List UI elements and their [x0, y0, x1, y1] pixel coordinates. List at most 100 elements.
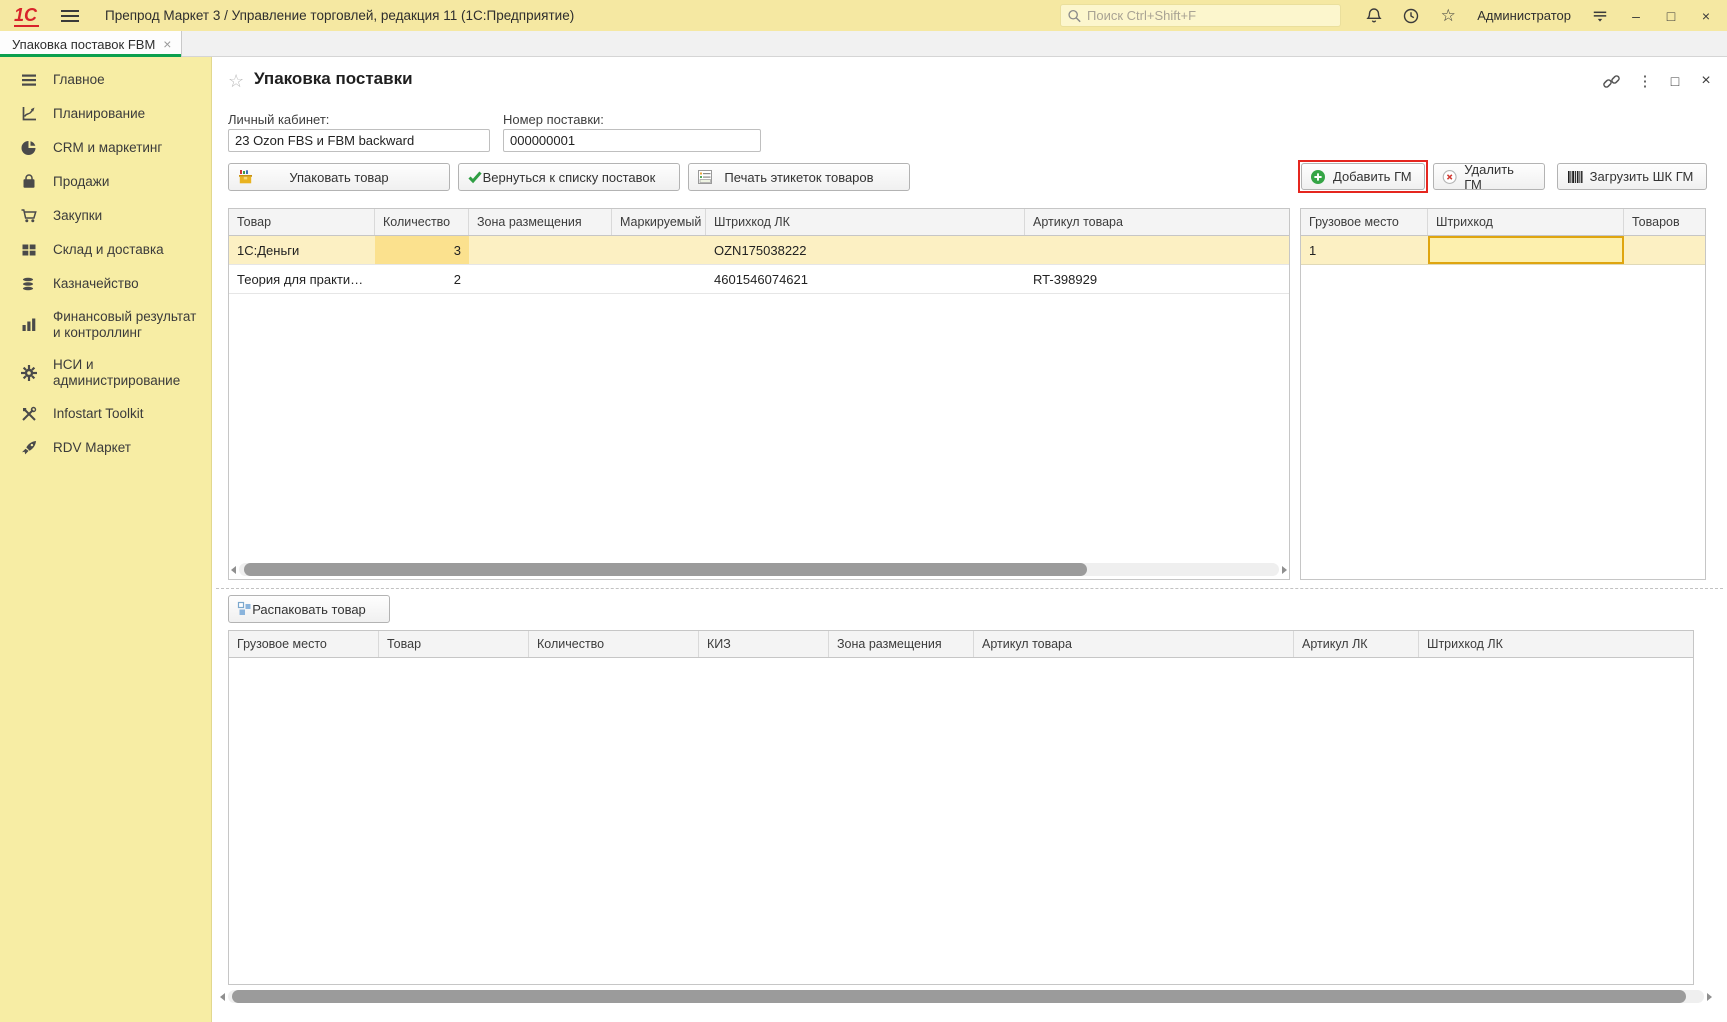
column-header[interactable]: Товаров	[1624, 209, 1705, 235]
cell-barcode-lk[interactable]: 4601546074621	[706, 265, 1025, 293]
sidebar-item-planirovanie[interactable]: Планирование	[0, 97, 211, 131]
favorites-star-icon[interactable]: ☆	[1438, 6, 1458, 26]
cell-cargo-place[interactable]: 1	[1301, 236, 1428, 264]
cell-barcode-edit[interactable]	[1428, 236, 1624, 264]
cargo-row-selected[interactable]: 1	[1301, 236, 1705, 265]
tabbar: Упаковка поставок FBM ×	[0, 31, 1727, 57]
button-label: Распаковать товар	[252, 601, 366, 617]
column-header[interactable]: Грузовое место	[1301, 209, 1428, 235]
1c-logo: 1С	[14, 4, 40, 27]
main-menu-icon[interactable]	[61, 9, 80, 22]
column-header[interactable]: Грузовое место	[229, 631, 379, 657]
maximize-icon[interactable]: □	[1662, 8, 1680, 24]
print-labels-button[interactable]: Печать этикеток товаров	[688, 163, 910, 191]
column-header[interactable]: Товар	[229, 209, 375, 235]
button-label: Упаковать товар	[289, 169, 389, 185]
sidebar-item-kaznacheystvo[interactable]: Казначейство	[0, 267, 211, 301]
cell-marked[interactable]	[612, 236, 706, 264]
history-icon[interactable]	[1401, 6, 1421, 26]
page-title: Упаковка поставки	[254, 69, 413, 88]
cell-qty-current[interactable]: 3	[375, 236, 469, 264]
cell-qty[interactable]: 2	[375, 265, 469, 293]
close-window-icon[interactable]: ×	[1697, 8, 1715, 24]
scroll-left-icon[interactable]	[231, 565, 236, 574]
cell-tovar[interactable]: 1С:Деньги	[229, 236, 375, 264]
user-menu[interactable]: Администратор	[1477, 8, 1571, 23]
unpack-item-button[interactable]: Распаковать товар	[228, 595, 390, 623]
back-to-supplies-button[interactable]: Вернуться к списку поставок	[458, 163, 680, 191]
form-close-icon[interactable]: ×	[1695, 70, 1717, 92]
table-row[interactable]: Теория для практи… 2 4601546074621 RT-39…	[229, 265, 1289, 294]
form-favorite-star-icon[interactable]: ☆	[228, 71, 244, 92]
column-header[interactable]: Штрихкод ЛК	[706, 209, 1025, 235]
table-row-selected[interactable]: 1С:Деньги 3 OZN175038222	[229, 236, 1289, 265]
page-hscrollbar[interactable]	[220, 989, 1712, 1004]
column-header[interactable]: Штрихкод	[1428, 209, 1624, 235]
sidebar-item-label: Планирование	[53, 106, 146, 121]
pack-item-button[interactable]: Упаковать товар	[228, 163, 450, 191]
minimize-icon[interactable]: –	[1627, 8, 1645, 24]
cell-barcode-lk[interactable]: OZN175038222	[706, 236, 1025, 264]
global-search[interactable]	[1060, 4, 1342, 27]
sidebar-item-prodazhi[interactable]: Продажи	[0, 165, 211, 199]
load-gm-barcode-button[interactable]: Загрузить ШК ГМ	[1557, 163, 1707, 190]
supply-number-field[interactable]	[503, 129, 761, 152]
search-icon	[1068, 9, 1081, 22]
sidebar-item-rdv-market[interactable]: RDV Маркет	[0, 431, 211, 465]
sidebar-item-label: Казначейство	[53, 276, 139, 291]
sidebar-item-sklad[interactable]: Склад и доставка	[0, 233, 211, 267]
column-header[interactable]: Артикул ЛК	[1294, 631, 1419, 657]
cell-article[interactable]	[1025, 236, 1289, 264]
notifications-bell-icon[interactable]	[1364, 6, 1384, 26]
package-box-icon	[237, 169, 254, 186]
button-label: Печать этикеток товаров	[724, 169, 874, 185]
x-circle-icon	[1442, 169, 1457, 184]
cell-zone[interactable]	[469, 236, 612, 264]
button-label: Удалить ГМ	[1464, 161, 1514, 192]
column-header[interactable]: Количество	[529, 631, 699, 657]
cell-tovar[interactable]: Теория для практи…	[229, 265, 375, 293]
cell-article[interactable]: RT-398929	[1025, 265, 1289, 293]
green-check-icon	[467, 169, 483, 185]
column-header[interactable]: Зона размещения	[469, 209, 612, 235]
barcode-icon	[1567, 170, 1583, 183]
plus-circle-icon	[1311, 169, 1325, 184]
tab-close-icon[interactable]: ×	[163, 36, 171, 52]
service-menu-icon[interactable]	[1590, 6, 1610, 26]
column-header[interactable]: Артикул товара	[1025, 209, 1289, 235]
sidebar-item-zakupki[interactable]: Закупки	[0, 199, 211, 233]
form-maximize-icon[interactable]: □	[1664, 70, 1686, 92]
sidebar-item-finrezultat[interactable]: Финансовый результат и контроллинг	[0, 301, 211, 349]
column-header[interactable]: Товар	[379, 631, 529, 657]
delete-gm-button[interactable]: Удалить ГМ	[1433, 161, 1545, 192]
column-header[interactable]: Артикул товара	[974, 631, 1294, 657]
add-gm-button[interactable]: Добавить ГМ	[1301, 163, 1425, 190]
column-header[interactable]: Маркируемый	[612, 209, 706, 235]
column-header[interactable]: КИЗ	[699, 631, 829, 657]
sidebar-item-infostart[interactable]: Infostart Toolkit	[0, 397, 211, 431]
rocket-icon	[20, 439, 38, 457]
cell-zone[interactable]	[469, 265, 612, 293]
sidebar-item-label: Закупки	[53, 208, 103, 223]
column-header[interactable]: Зона размещения	[829, 631, 974, 657]
splitter[interactable]	[216, 588, 1723, 589]
sidebar-item-label: RDV Маркет	[53, 440, 131, 455]
more-menu-icon[interactable]: ⋮	[1634, 70, 1656, 92]
search-input[interactable]	[1087, 8, 1335, 23]
cell-marked[interactable]	[612, 265, 706, 293]
sidebar-item-glavnoe[interactable]: Главное	[0, 63, 211, 97]
button-label: Вернуться к списку поставок	[482, 169, 656, 185]
cell-tovarov[interactable]	[1624, 236, 1705, 264]
sidebar-item-crm[interactable]: CRM и маркетинг	[0, 131, 211, 165]
tab-upakovka-postavok-fbm[interactable]: Упаковка поставок FBM ×	[0, 31, 183, 57]
cabinet-field[interactable]	[228, 129, 490, 152]
scroll-right-icon[interactable]	[1707, 992, 1712, 1001]
form-upakovka-postavki: ☆ Упаковка поставки ⋮ □ × Личный кабинет…	[212, 57, 1727, 1022]
sidebar-item-nsi[interactable]: НСИ и администрирование	[0, 349, 211, 397]
items-table-hscrollbar[interactable]	[231, 562, 1287, 577]
get-link-icon[interactable]	[1600, 70, 1622, 92]
column-header[interactable]: Количество	[375, 209, 469, 235]
column-header[interactable]: Штрихкод ЛК	[1419, 631, 1693, 657]
scroll-left-icon[interactable]	[220, 992, 225, 1001]
scroll-right-icon[interactable]	[1282, 565, 1287, 574]
